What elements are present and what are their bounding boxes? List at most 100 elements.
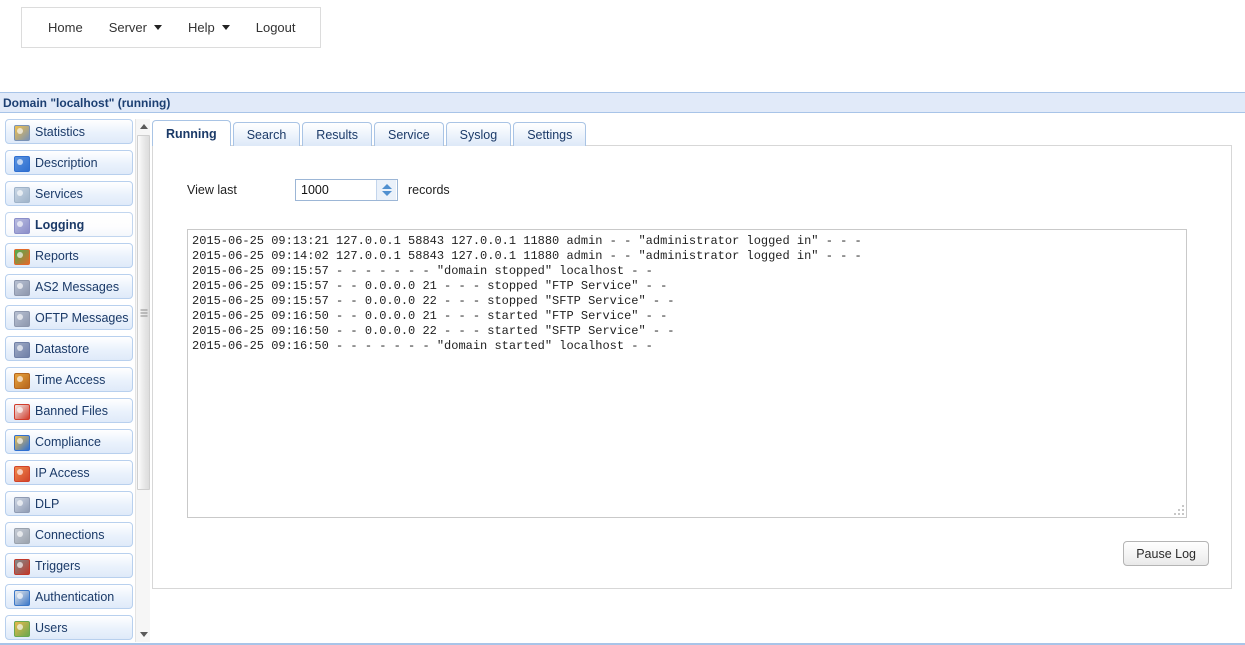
sidebar-item-logging[interactable]: Logging bbox=[5, 212, 133, 237]
records-label: records bbox=[408, 183, 450, 197]
users-icon bbox=[13, 620, 30, 637]
sidebar-item-statistics[interactable]: Statistics bbox=[5, 119, 133, 144]
banned-files-icon bbox=[13, 403, 30, 420]
sidebar-item-connections[interactable]: Connections bbox=[5, 522, 133, 547]
records-stepper[interactable] bbox=[295, 179, 398, 201]
chevron-down-icon bbox=[153, 25, 162, 30]
chevron-down-icon bbox=[221, 25, 230, 30]
triangle-up-icon bbox=[139, 124, 148, 129]
sidebar-item-label: Reports bbox=[35, 248, 79, 263]
nav-item-label: Logout bbox=[255, 20, 296, 35]
authentication-icon bbox=[13, 589, 30, 606]
sidebar-item-services[interactable]: Services bbox=[5, 181, 133, 206]
sidebar-item-reports[interactable]: Reports bbox=[5, 243, 133, 268]
sidebar-item-label: Compliance bbox=[35, 434, 102, 449]
view-last-label: View last bbox=[187, 183, 237, 197]
tab-bar: Running Search Results Service Syslog Setting… bbox=[152, 119, 588, 146]
tab-label: Syslog bbox=[459, 127, 498, 142]
datastore-icon bbox=[13, 341, 30, 358]
spinner-up-icon[interactable] bbox=[381, 184, 392, 189]
sidebar: Statistics Description Services Logging Repo… bbox=[0, 119, 150, 642]
sidebar-item-label: Authentication bbox=[35, 589, 115, 604]
stepper-buttons[interactable] bbox=[376, 180, 396, 200]
reports-icon bbox=[13, 248, 30, 265]
triangle-down-icon bbox=[139, 632, 148, 637]
nav-item-help[interactable]: Help bbox=[175, 8, 243, 47]
scrollbar-down-button[interactable] bbox=[136, 627, 151, 642]
oftp-messages-icon bbox=[13, 310, 30, 327]
as2-messages-icon bbox=[13, 279, 30, 296]
tab-settings[interactable]: Settings bbox=[513, 122, 587, 146]
sidebar-item-label: Triggers bbox=[35, 558, 81, 573]
records-input[interactable] bbox=[296, 181, 377, 199]
tab-label: Search bbox=[246, 127, 287, 142]
sidebar-item-label: Statistics bbox=[35, 124, 86, 139]
tab-label: Running bbox=[166, 126, 217, 141]
sidebar-item-banned-files[interactable]: Banned Files bbox=[5, 398, 133, 423]
sidebar-item-label: Description bbox=[35, 155, 98, 170]
view-last-row: View last records bbox=[187, 179, 450, 201]
services-icon bbox=[13, 186, 30, 203]
sidebar-item-label: Banned Files bbox=[35, 403, 108, 418]
compliance-icon bbox=[13, 434, 30, 451]
statistics-icon bbox=[13, 124, 30, 141]
description-icon bbox=[13, 155, 30, 172]
ip-access-icon bbox=[13, 465, 30, 482]
sidebar-item-label: Logging bbox=[35, 217, 85, 232]
domain-status-bar: Domain "localhost" (running) bbox=[0, 92, 1245, 113]
sidebar-item-label: OFTP Messages bbox=[35, 310, 129, 325]
sidebar-item-label: IP Access bbox=[35, 465, 90, 480]
grip-lines-icon bbox=[140, 309, 147, 316]
sidebar-item-dlp[interactable]: DLP bbox=[5, 491, 133, 516]
nav-item-server[interactable]: Server bbox=[96, 8, 175, 47]
connections-icon bbox=[13, 527, 30, 544]
sidebar-item-label: AS2 Messages bbox=[35, 279, 120, 294]
sidebar-item-label: Datastore bbox=[35, 341, 90, 356]
tab-label: Settings bbox=[527, 127, 573, 142]
sidebar-item-label: Services bbox=[35, 186, 83, 201]
app-window: Home Server Help Logout Domain "localhos… bbox=[0, 0, 1245, 645]
nav-item-logout[interactable]: Logout bbox=[243, 8, 309, 47]
scrollbar-up-button[interactable] bbox=[136, 119, 151, 134]
sidebar-item-users[interactable]: Users bbox=[5, 615, 133, 640]
tab-service[interactable]: Service bbox=[373, 122, 444, 146]
dlp-icon bbox=[13, 496, 30, 513]
sidebar-item-authentication[interactable]: Authentication bbox=[5, 584, 133, 609]
tab-panel-running: View last records 2015-06-25 09:13:21 12… bbox=[152, 145, 1232, 589]
nav-item-home[interactable]: Home bbox=[35, 8, 96, 47]
nav-item-label: Help bbox=[187, 20, 215, 35]
pause-log-button[interactable]: Pause Log bbox=[1123, 541, 1209, 566]
scrollbar-thumb[interactable] bbox=[137, 135, 150, 490]
sidebar-item-list: Statistics Description Services Logging Repo… bbox=[0, 119, 136, 642]
tab-results[interactable]: Results bbox=[302, 122, 372, 146]
sidebar-item-oftp-messages[interactable]: OFTP Messages bbox=[5, 305, 133, 330]
sidebar-item-label: Users bbox=[35, 620, 68, 635]
tab-label: Service bbox=[387, 127, 430, 142]
tab-label: Results bbox=[316, 127, 358, 142]
sidebar-item-datastore[interactable]: Datastore bbox=[5, 336, 133, 361]
domain-title: Domain "localhost" (running) bbox=[3, 95, 171, 110]
logging-icon bbox=[13, 217, 30, 234]
top-navigation-bar: Home Server Help Logout bbox=[21, 7, 321, 48]
sidebar-item-label: Connections bbox=[35, 527, 105, 542]
sidebar-item-description[interactable]: Description bbox=[5, 150, 133, 175]
log-text-content: 2015-06-25 09:13:21 127.0.0.1 58843 127.… bbox=[192, 234, 862, 353]
tab-syslog[interactable]: Syslog bbox=[445, 122, 512, 146]
sidebar-item-label: DLP bbox=[35, 496, 60, 511]
pause-log-wrapper: Pause Log bbox=[1123, 541, 1209, 566]
resize-grip-icon[interactable] bbox=[1173, 504, 1184, 515]
sidebar-item-ip-access[interactable]: IP Access bbox=[5, 460, 133, 485]
sidebar-item-compliance[interactable]: Compliance bbox=[5, 429, 133, 454]
sidebar-scrollbar[interactable] bbox=[135, 119, 150, 642]
spinner-down-icon[interactable] bbox=[381, 191, 392, 196]
sidebar-item-triggers[interactable]: Triggers bbox=[5, 553, 133, 578]
main-content: Running Search Results Service Syslog Setting… bbox=[152, 119, 1240, 619]
nav-item-label: Server bbox=[108, 20, 147, 35]
sidebar-item-label: Time Access bbox=[35, 372, 106, 387]
tab-search[interactable]: Search bbox=[232, 122, 301, 146]
tab-running[interactable]: Running bbox=[152, 120, 231, 146]
sidebar-item-time-access[interactable]: Time Access bbox=[5, 367, 133, 392]
nav-item-label: Home bbox=[48, 20, 83, 35]
log-output-textarea[interactable]: 2015-06-25 09:13:21 127.0.0.1 58843 127.… bbox=[187, 229, 1187, 518]
sidebar-item-as2-messages[interactable]: AS2 Messages bbox=[5, 274, 133, 299]
